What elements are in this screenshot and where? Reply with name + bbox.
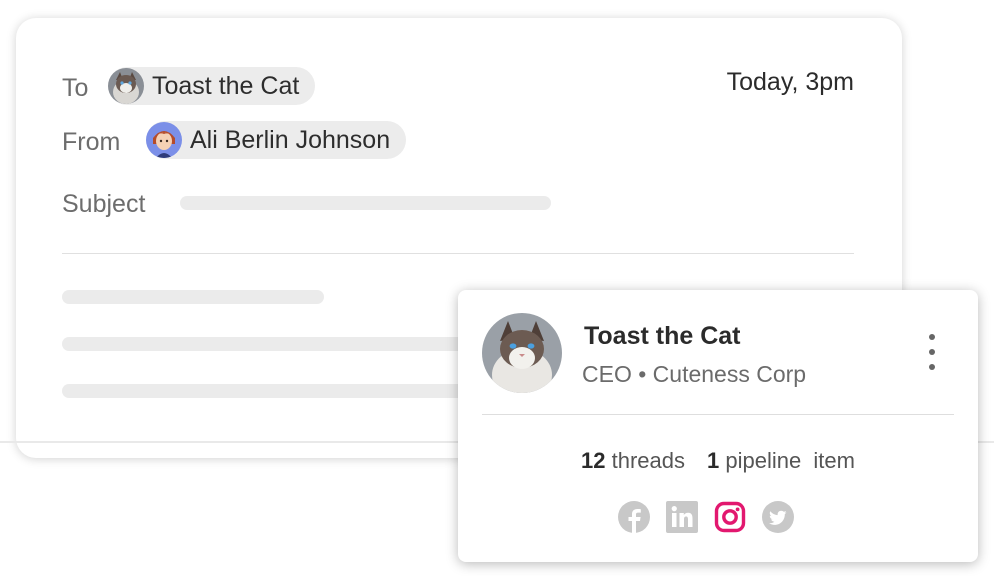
email-timestamp: Today, 3pm [726,68,854,96]
menu-dot [929,334,935,340]
contact-divider [482,414,954,415]
contact-role: CEO • Cuteness Corp [582,361,807,387]
social-links [618,500,810,534]
body-placeholder-line [62,384,482,398]
instagram-icon[interactable] [714,501,746,533]
to-label: To [62,74,89,102]
user-avatar [146,122,182,158]
pipeline-count: 1 [706,448,720,473]
contact-avatar [482,313,562,393]
contact-name: Toast the Cat [584,322,741,350]
threads-link[interactable]: threads [612,448,685,473]
from-sender-chip[interactable]: Ali Berlin Johnson [146,121,407,159]
facebook-icon[interactable] [618,501,650,533]
contact-stats: 12 threads 1 pipeline item [458,450,978,472]
to-recipient-chip[interactable]: Toast the Cat [108,67,316,105]
subject-label: Subject [62,190,146,218]
to-recipient-name: Toast the Cat [152,71,300,100]
from-sender-name: Ali Berlin Johnson [190,125,391,154]
twitter-icon[interactable] [762,501,794,533]
pipeline-link[interactable]: pipeline item [725,448,855,473]
menu-dot [929,364,935,370]
menu-dot [929,349,935,355]
body-placeholder-line [62,337,482,351]
header-divider [62,253,854,254]
threads-count: 12 [580,448,606,473]
subject-placeholder[interactable] [180,196,551,210]
contact-popup-card: Toast the Cat CEO • Cuteness Corp 12 thr… [458,290,978,562]
linkedin-icon[interactable] [666,501,698,533]
from-label: From [62,128,121,156]
more-options-icon[interactable] [918,334,946,370]
body-placeholder-line [62,290,324,304]
cat-avatar [108,68,144,104]
